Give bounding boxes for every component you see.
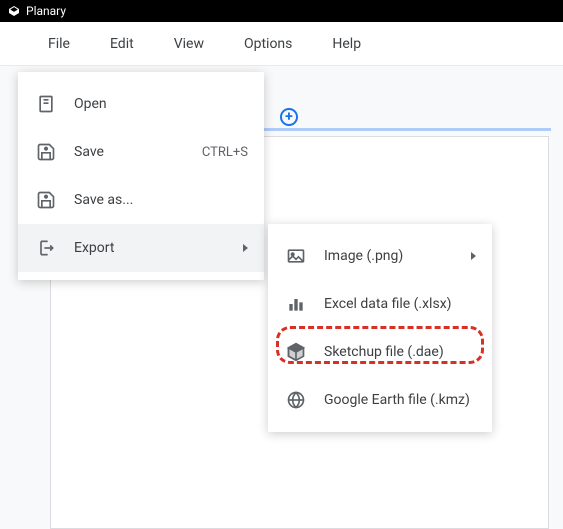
menu-options[interactable]: Options bbox=[224, 22, 312, 66]
menu-item-label: Image (.png) bbox=[324, 248, 463, 264]
menu-help[interactable]: Help bbox=[312, 22, 381, 66]
export-item-excel[interactable]: Excel data file (.xlsx) bbox=[268, 280, 492, 328]
menu-item-label: Excel data file (.xlsx) bbox=[324, 296, 476, 312]
export-submenu: Image (.png) Excel data file (.xlsx) Ske… bbox=[268, 224, 492, 432]
export-icon bbox=[34, 236, 58, 260]
submenu-arrow-icon bbox=[471, 252, 476, 260]
add-tab-button[interactable]: + bbox=[280, 108, 298, 126]
menu-item-save-as[interactable]: Save as... bbox=[18, 176, 264, 224]
menu-item-label: Open bbox=[74, 96, 248, 112]
menu-view[interactable]: View bbox=[154, 22, 224, 66]
save-icon bbox=[34, 140, 58, 164]
export-item-sketchup[interactable]: Sketchup file (.dae) bbox=[268, 328, 492, 376]
globe-icon bbox=[284, 388, 308, 412]
menu-item-label: Google Earth file (.kmz) bbox=[324, 392, 476, 408]
menu-item-open[interactable]: Open bbox=[18, 80, 264, 128]
menu-file[interactable]: File bbox=[28, 22, 90, 66]
export-item-google-earth[interactable]: Google Earth file (.kmz) bbox=[268, 376, 492, 424]
menubar: File Edit View Options Help bbox=[0, 22, 563, 66]
menu-item-export[interactable]: Export bbox=[18, 224, 264, 272]
titlebar: Planary bbox=[0, 0, 563, 22]
menu-item-label: Save as... bbox=[74, 192, 248, 208]
bar-chart-icon bbox=[284, 292, 308, 316]
image-icon bbox=[284, 244, 308, 268]
menu-item-label: Export bbox=[74, 240, 235, 256]
menu-item-label: Save bbox=[74, 144, 202, 160]
submenu-arrow-icon bbox=[243, 244, 248, 252]
app-icon bbox=[8, 5, 20, 17]
menu-edit[interactable]: Edit bbox=[90, 22, 154, 66]
menu-item-label: Sketchup file (.dae) bbox=[324, 344, 476, 360]
app-title: Planary bbox=[26, 4, 66, 18]
export-item-image[interactable]: Image (.png) bbox=[268, 232, 492, 280]
save-as-icon bbox=[34, 188, 58, 212]
menu-item-save[interactable]: Save CTRL+S bbox=[18, 128, 264, 176]
menu-shortcut: CTRL+S bbox=[202, 145, 248, 160]
file-dropdown-menu: Open Save CTRL+S Save as... Export bbox=[18, 72, 264, 280]
file-open-icon bbox=[34, 92, 58, 116]
cube-icon bbox=[284, 340, 308, 364]
plus-circle-icon: + bbox=[280, 108, 298, 126]
